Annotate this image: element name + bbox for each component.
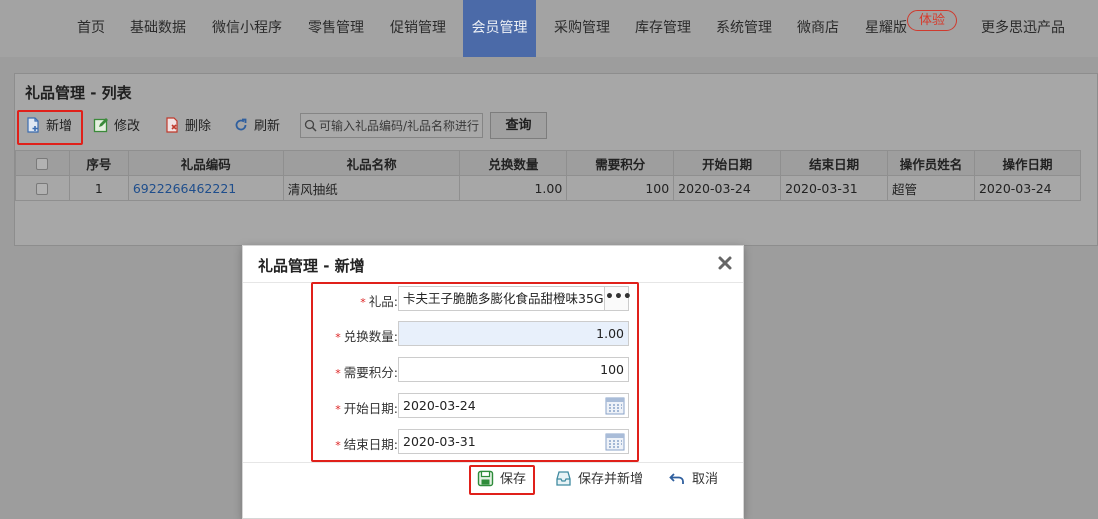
column-header[interactable]: 结束日期 — [780, 150, 889, 176]
column-header[interactable]: 礼品编码 — [127, 150, 284, 176]
table-header-row: 序号 礼品编码 礼品名称 兑换数量 需要积分 开始日期 结束日期 操作员姓名 操… — [15, 150, 1082, 176]
column-header[interactable]: 操作员姓名 — [887, 150, 975, 176]
edit-button[interactable]: 修改 — [93, 114, 140, 140]
delete-button[interactable]: 删除 — [164, 114, 211, 140]
nav-basic-data[interactable]: 基础数据 — [125, 0, 191, 57]
gift-row: * 礼品: 卡夫王子脆脆多膨化食品甜橙味35G ••• — [243, 286, 743, 312]
add-button[interactable]: 新增 — [25, 114, 72, 140]
dialog-title: 礼品管理 - 新增 — [258, 257, 365, 275]
qty-label: * 兑换数量: — [335, 329, 398, 344]
add-file-icon — [27, 117, 39, 133]
edit-icon — [93, 118, 108, 133]
qty-cell: 1.00 — [459, 175, 568, 201]
nav-retail[interactable]: 零售管理 — [302, 0, 370, 57]
column-header[interactable]: 需要积分 — [566, 150, 675, 176]
column-header[interactable]: 操作日期 — [973, 150, 1082, 176]
points-field[interactable]: 100 — [398, 357, 629, 382]
operator-cell: 超管 — [887, 175, 975, 201]
row-checkbox[interactable] — [36, 183, 49, 195]
nav-member[interactable]: 会员管理 — [463, 0, 536, 57]
qty-field[interactable]: 1.00 — [398, 321, 629, 346]
column-header[interactable]: 开始日期 — [673, 150, 782, 176]
gift-label: * 礼品: — [360, 294, 398, 309]
nav-more-products[interactable]: 更多思迅产品 — [975, 0, 1071, 57]
search-box — [300, 113, 483, 138]
inbox-save-icon — [556, 471, 571, 486]
delete-file-icon — [166, 117, 178, 133]
add-button-label: 新增 — [46, 119, 73, 134]
gift-name-cell: 清风抽纸 — [282, 175, 461, 201]
search-icon — [304, 119, 317, 132]
nav-home[interactable]: 首页 — [70, 0, 112, 57]
gift-list-panel: 礼品管理 - 列表 新增 修改 删除 刷新 查询 — [14, 73, 1098, 246]
start-date-cell: 2020-03-24 — [673, 175, 782, 201]
refresh-button-label: 刷新 — [254, 119, 281, 134]
end-date-cell: 2020-03-31 — [780, 175, 889, 201]
cancel-button[interactable]: 取消 — [669, 467, 718, 493]
save-and-new-label: 保存并新增 — [578, 472, 644, 487]
delete-button-label: 删除 — [185, 119, 212, 134]
save-button[interactable]: 保存 — [477, 467, 526, 493]
nav-inventory[interactable]: 库存管理 — [629, 0, 697, 57]
top-nav: 首页 基础数据 微信小程序 零售管理 促销管理 会员管理 采购管理 库存管理 系… — [0, 0, 1098, 57]
experience-badge: 体验 — [907, 10, 957, 31]
dialog-header: 礼品管理 - 新增 — [243, 246, 743, 283]
start-date-label: * 开始日期: — [335, 401, 398, 416]
gift-table: 序号 礼品编码 礼品名称 兑换数量 需要积分 开始日期 结束日期 操作员姓名 操… — [15, 150, 1082, 201]
start-date-field[interactable]: 2020-03-24 — [398, 393, 629, 418]
start-date-row: * 开始日期: 2020-03-24 — [243, 393, 743, 419]
seq-cell: 1 — [68, 175, 129, 201]
nav-promotion[interactable]: 促销管理 — [384, 0, 452, 57]
select-all-checkbox[interactable] — [36, 158, 49, 170]
column-header[interactable]: 兑换数量 — [459, 150, 568, 176]
refresh-icon — [235, 118, 247, 131]
save-icon — [477, 470, 494, 487]
end-date-field[interactable]: 2020-03-31 — [398, 429, 629, 454]
save-button-label: 保存 — [500, 472, 527, 487]
search-input[interactable] — [319, 116, 481, 135]
gift-picker-button[interactable]: ••• — [604, 286, 632, 311]
dialog-footer: 保存 保存并新增 取消 — [243, 462, 743, 518]
op-date-cell: 2020-03-24 — [973, 175, 1082, 201]
gift-field[interactable]: 卡夫王子脆脆多膨化食品甜橙味35G — [398, 286, 605, 311]
qty-row: * 兑换数量: 1.00 — [243, 321, 743, 347]
refresh-button[interactable]: 刷新 — [233, 114, 280, 140]
nav-purchase[interactable]: 采购管理 — [548, 0, 616, 57]
nav-system[interactable]: 系统管理 — [710, 0, 778, 57]
nav-wechat-miniprogram[interactable]: 微信小程序 — [206, 0, 288, 57]
column-header[interactable]: 礼品名称 — [282, 150, 461, 176]
end-date-label: * 结束日期: — [335, 437, 398, 452]
points-label: * 需要积分: — [335, 365, 398, 380]
cancel-button-label: 取消 — [692, 472, 719, 487]
end-date-row: * 结束日期: 2020-03-31 — [243, 429, 743, 455]
undo-icon — [669, 473, 684, 484]
add-gift-dialog: 礼品管理 - 新增 * 礼品: 卡夫王子脆脆多膨化食品甜橙味35G ••• * 兑换… — [242, 245, 744, 519]
edit-button-label: 修改 — [114, 119, 141, 134]
points-cell: 100 — [566, 175, 675, 201]
select-all-cell[interactable] — [15, 150, 70, 176]
nav-micro-store[interactable]: 微商店 — [792, 0, 844, 57]
nav-xingyao[interactable]: 星耀版 — [860, 0, 912, 57]
gift-code-link[interactable]: 6922266462221 — [127, 175, 284, 201]
panel-title: 礼品管理 - 列表 — [25, 84, 132, 102]
column-header[interactable]: 序号 — [68, 150, 129, 176]
points-row: * 需要积分: 100 — [243, 357, 743, 383]
close-icon[interactable] — [717, 255, 733, 271]
calendar-icon[interactable] — [605, 432, 625, 451]
table-row[interactable]: 1 6922266462221 清风抽纸 1.00 100 2020-03-24… — [15, 175, 1082, 201]
row-select-cell[interactable] — [15, 175, 70, 201]
query-button[interactable]: 查询 — [490, 112, 547, 139]
save-and-new-button[interactable]: 保存并新增 — [555, 467, 643, 493]
calendar-icon[interactable] — [605, 396, 625, 415]
